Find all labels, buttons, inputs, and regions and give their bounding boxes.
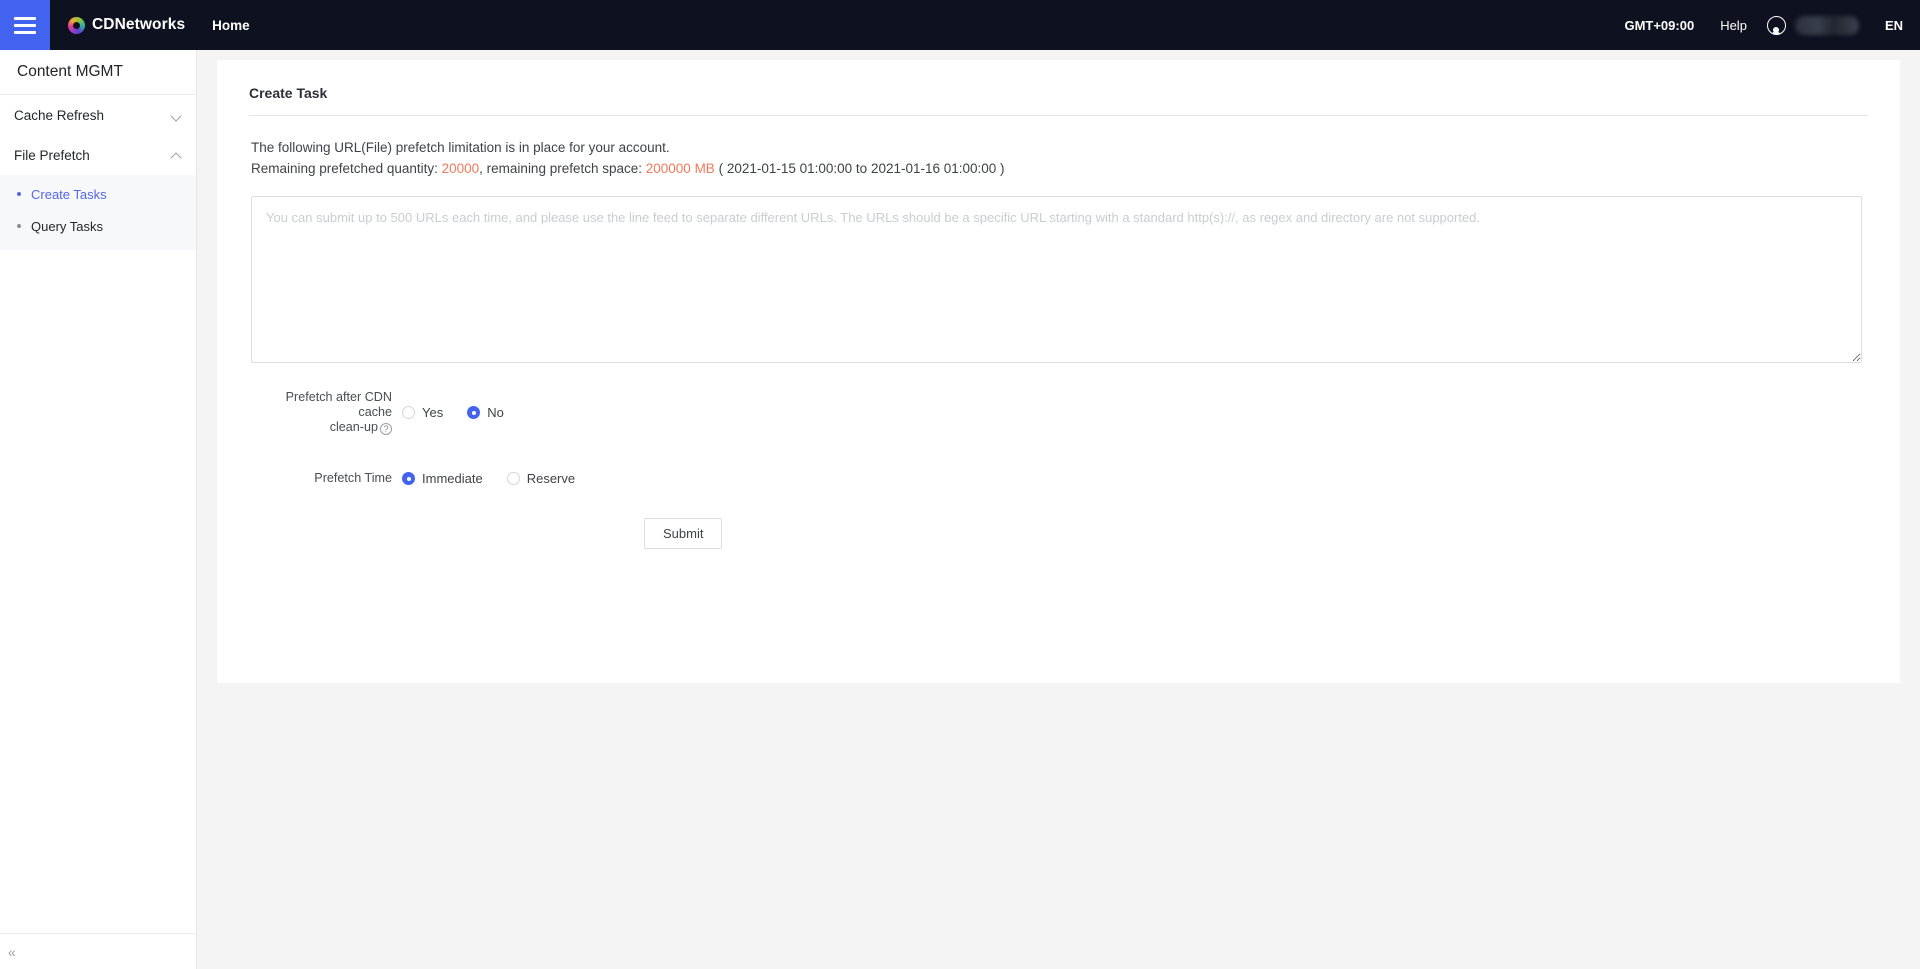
- prefetch-limitation-info: The following URL(File) prefetch limitat…: [217, 116, 1900, 179]
- avatar-glyph: [1773, 26, 1780, 33]
- prefetch-after-cleanup-label: Prefetch after CDN cache clean-up?: [251, 390, 402, 435]
- remaining-space-value: 200000 MB: [645, 161, 715, 176]
- sidebar-collapse-button[interactable]: «: [0, 933, 196, 969]
- hamburger-bar: [14, 30, 36, 34]
- user-avatar-icon[interactable]: [1766, 15, 1786, 35]
- sidebar-group-label: File Prefetch: [14, 147, 90, 163]
- main-content-area: Create Task The following URL(File) pref…: [197, 50, 1920, 969]
- sidebar-submenu-file-prefetch: Create Tasks Query Tasks: [0, 175, 196, 250]
- nav-home-link[interactable]: Home: [212, 18, 250, 33]
- sidebar-item-query-tasks[interactable]: Query Tasks: [0, 210, 196, 242]
- help-link[interactable]: Help: [1720, 18, 1747, 33]
- cleanup-option-yes[interactable]: Yes: [402, 405, 443, 420]
- sidebar-group-label: Cache Refresh: [14, 107, 105, 123]
- prefetch-time-option-reserve[interactable]: Reserve: [506, 471, 576, 486]
- sidebar-group-cache-refresh[interactable]: Cache Refresh: [0, 95, 196, 135]
- chevron-up-icon: [171, 150, 182, 161]
- radio-no[interactable]: [467, 406, 481, 419]
- sidebar-title: Content MGMT: [0, 50, 196, 95]
- hamburger-menu-icon[interactable]: [0, 0, 50, 50]
- info-line-2: Remaining prefetched quantity: 20000, re…: [251, 158, 1900, 179]
- label-line-1: Prefetch after CDN cache: [285, 390, 392, 419]
- radio-yes[interactable]: [402, 406, 415, 419]
- prefetch-time-immediate-label: Immediate: [422, 471, 483, 486]
- cdnetworks-logo-icon: [68, 16, 85, 34]
- radio-immediate[interactable]: [402, 472, 415, 485]
- sidebar-item-create-tasks[interactable]: Create Tasks: [0, 178, 196, 210]
- chevron-down-icon: [171, 110, 182, 121]
- language-selector[interactable]: EN: [1885, 18, 1903, 33]
- prefetch-time-row: Prefetch Time Immediate Reserve: [217, 471, 1900, 486]
- prefetch-time-label: Prefetch Time: [314, 471, 392, 485]
- submit-row: Submit: [217, 518, 1900, 549]
- urls-input[interactable]: [251, 196, 1862, 363]
- timezone-label[interactable]: GMT+09:00: [1624, 18, 1694, 33]
- prefetch-time-reserve-label: Reserve: [526, 471, 576, 486]
- prefetch-after-cleanup-row: Prefetch after CDN cache clean-up? Yes N…: [217, 390, 1900, 435]
- cleanup-option-no-label: No: [487, 405, 504, 420]
- info-line-1: The following URL(File) prefetch limitat…: [251, 140, 670, 155]
- radio-reserve[interactable]: [506, 472, 520, 485]
- sidebar-group-file-prefetch[interactable]: File Prefetch: [0, 135, 196, 175]
- cleanup-option-yes-label: Yes: [422, 405, 444, 420]
- brand-name: CDNetworks: [92, 16, 186, 33]
- create-task-card: Create Task The following URL(File) pref…: [217, 60, 1900, 683]
- username-redacted[interactable]: [1794, 15, 1859, 35]
- brand-logo-link[interactable]: CDNetworks: [68, 16, 185, 34]
- cleanup-option-no[interactable]: No: [467, 405, 504, 420]
- space-prefix: , remaining prefetch space:: [479, 161, 646, 176]
- quantity-prefix: Remaining prefetched quantity:: [251, 161, 442, 176]
- double-chevron-left-icon: «: [8, 943, 16, 960]
- remaining-quantity-value: 20000: [441, 161, 480, 176]
- page-title: Create Task: [249, 85, 328, 101]
- submit-button[interactable]: Submit: [644, 518, 723, 549]
- header-right-group: GMT+09:00 Help EN: [1624, 15, 1920, 35]
- sidebar: Content MGMT Cache Refresh File Prefetch…: [0, 50, 197, 969]
- period-range: ( 2021-01-15 01:00:00 to 2021-01-16 01:0…: [714, 161, 1005, 176]
- hamburger-bar: [14, 23, 36, 27]
- bullet-icon: [17, 224, 21, 228]
- bullet-icon: [17, 192, 21, 196]
- prefetch-time-option-immediate[interactable]: Immediate: [402, 471, 483, 486]
- top-header-bar: CDNetworks Home GMT+09:00 Help EN: [0, 0, 1920, 50]
- hamburger-bar: [14, 16, 36, 20]
- urls-textarea-wrapper: [217, 179, 1900, 368]
- question-mark-icon[interactable]: ?: [380, 423, 392, 435]
- sidebar-item-label: Create Tasks: [31, 186, 107, 202]
- label-line-2: clean-up: [329, 420, 378, 434]
- sidebar-item-label: Query Tasks: [31, 218, 104, 234]
